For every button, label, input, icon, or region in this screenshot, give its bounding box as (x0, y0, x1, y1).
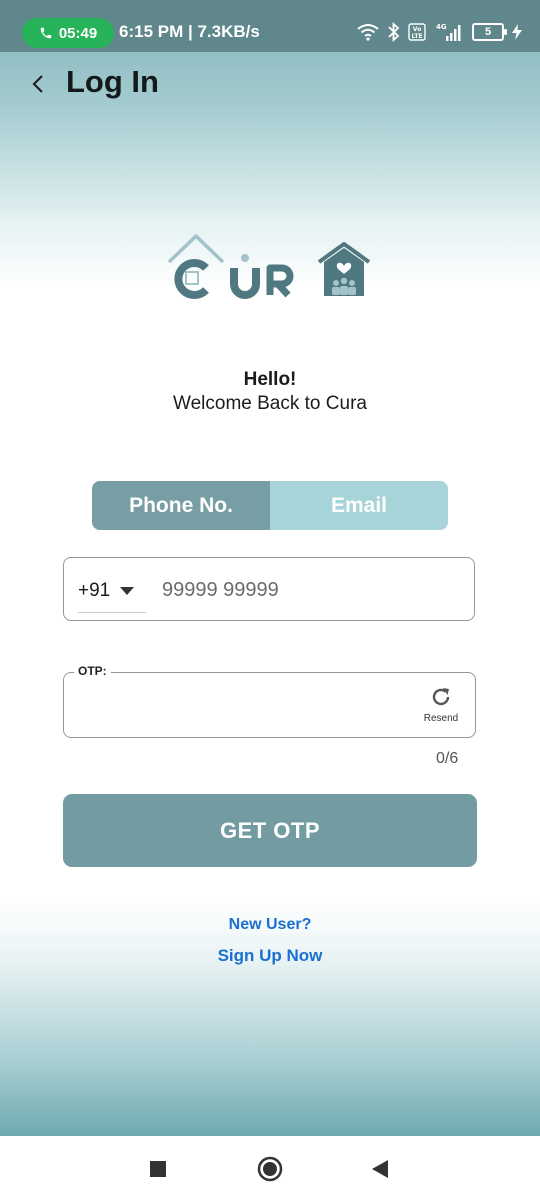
toggle-phone[interactable]: Phone No. (92, 481, 270, 530)
toggle-email[interactable]: Email (270, 481, 448, 530)
login-screen: 05:49 6:15 PM | 7.3KB/s Vo LTE 4G 5 Log … (0, 0, 540, 1136)
svg-text:4G: 4G (436, 23, 447, 31)
call-timer: 05:49 (58, 24, 98, 42)
cura-logo (167, 234, 371, 299)
wifi-icon (357, 24, 379, 41)
svg-text:LTE: LTE (411, 33, 422, 40)
nav-back-button[interactable] (360, 1154, 400, 1184)
resend-button[interactable]: Resend (421, 685, 461, 724)
country-code-dropdown[interactable]: +91 (78, 570, 146, 613)
new-user-text: New User? (228, 916, 312, 933)
caret-down-icon (120, 587, 135, 595)
circle-icon (257, 1156, 283, 1182)
otp-input[interactable] (78, 689, 402, 727)
greeting: Hello! Welcome Back to Cura (0, 368, 540, 416)
get-otp-button[interactable]: GET OTP (63, 794, 477, 867)
refresh-icon (432, 688, 450, 706)
charging-bolt-icon (512, 24, 522, 40)
back-button[interactable] (20, 66, 56, 102)
chevron-left-icon (32, 75, 43, 93)
otp-field: OTP: Resend (63, 664, 476, 738)
otp-char-counter: 0/6 (436, 750, 459, 767)
battery-icon: 5 (472, 23, 507, 41)
page-title: Log In (66, 64, 159, 99)
bluetooth-icon (388, 22, 400, 42)
country-code-value: +91 (78, 580, 111, 601)
greeting-hello: Hello! (243, 369, 297, 390)
greeting-subtitle: Welcome Back to Cura (173, 393, 367, 414)
phone-field: +91 (63, 557, 475, 621)
volte-icon: Vo LTE (408, 23, 426, 41)
status-icons: Vo LTE 4G 5 (356, 20, 522, 44)
cellular-signal-icon: 4G (436, 23, 461, 41)
sign-up-link[interactable]: Sign Up Now (0, 946, 540, 966)
resend-label: Resend (423, 713, 459, 724)
phone-input[interactable] (160, 570, 464, 610)
home-button[interactable] (250, 1154, 290, 1184)
status-info: 6:15 PM | 7.3KB/s (119, 22, 260, 41)
phone-icon (40, 27, 52, 39)
otp-label: OTP: (74, 664, 111, 678)
ongoing-call-pill[interactable]: 05:49 (22, 18, 114, 48)
svg-text:Vo: Vo (413, 26, 421, 33)
navigation-bar (0, 1136, 540, 1200)
recent-apps-button[interactable] (138, 1154, 178, 1184)
login-method-toggle: Phone No. Email (92, 481, 448, 530)
square-icon (150, 1161, 166, 1177)
status-bar: 05:49 6:15 PM | 7.3KB/s Vo LTE 4G 5 (0, 0, 540, 52)
triangle-back-icon (372, 1160, 388, 1178)
